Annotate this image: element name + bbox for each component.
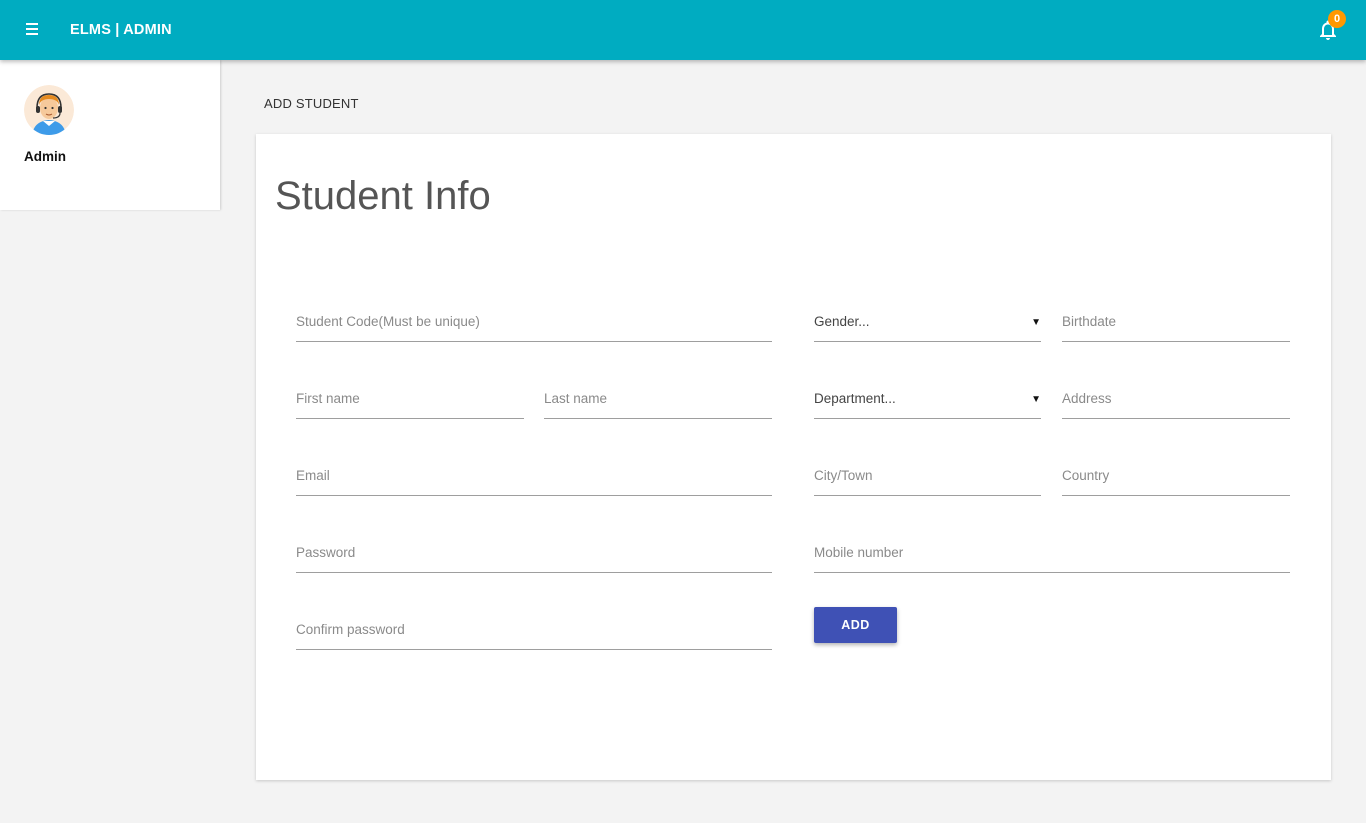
confirm-password-placeholder: Confirm password: [296, 622, 405, 637]
email-placeholder: Email: [296, 468, 330, 483]
birthdate-placeholder: Birthdate: [1062, 314, 1117, 329]
app-brand[interactable]: ELMS | ADMIN: [70, 22, 172, 38]
user-avatar: [24, 85, 74, 135]
last-name-input[interactable]: Last name: [544, 379, 772, 419]
student-form-card: Student Info Student Code(Must be unique…: [256, 134, 1331, 780]
mobile-number-input[interactable]: Mobile number: [814, 533, 1290, 573]
last-name-placeholder: Last name: [544, 391, 608, 406]
department-select[interactable]: Department... ▼: [814, 379, 1041, 419]
caret-down-icon: ▼: [1031, 394, 1041, 405]
form-heading: Student Info: [275, 174, 491, 218]
first-name-placeholder: First name: [296, 391, 360, 406]
password-placeholder: Password: [296, 545, 356, 560]
password-input[interactable]: Password: [296, 533, 772, 573]
user-name: Admin: [24, 149, 66, 164]
birthdate-input[interactable]: Birthdate: [1062, 302, 1290, 342]
confirm-password-input[interactable]: Confirm password: [296, 610, 772, 650]
mobile-number-placeholder: Mobile number: [814, 545, 904, 560]
city-input[interactable]: City/Town: [814, 456, 1041, 496]
caret-down-icon: ▼: [1031, 317, 1041, 328]
email-input[interactable]: Email: [296, 456, 772, 496]
sidebar: Admin: [0, 60, 220, 210]
country-input[interactable]: Country: [1062, 456, 1290, 496]
page-title: ADD STUDENT: [264, 96, 359, 111]
address-placeholder: Address: [1062, 391, 1112, 406]
first-name-input[interactable]: First name: [296, 379, 524, 419]
student-code-placeholder: Student Code(Must be unique): [296, 314, 480, 329]
address-input[interactable]: Address: [1062, 379, 1290, 419]
top-app-bar: ELMS | ADMIN 0: [0, 0, 1366, 60]
student-code-input[interactable]: Student Code(Must be unique): [296, 302, 772, 342]
gender-select-value: Gender...: [814, 314, 870, 329]
department-select-value: Department...: [814, 391, 896, 406]
country-placeholder: Country: [1062, 468, 1110, 483]
city-placeholder: City/Town: [814, 468, 873, 483]
add-student-button[interactable]: ADD: [814, 607, 897, 643]
notification-badge: 0: [1328, 10, 1346, 28]
gender-select[interactable]: Gender... ▼: [814, 302, 1041, 342]
hamburger-menu-icon[interactable]: [22, 20, 42, 40]
